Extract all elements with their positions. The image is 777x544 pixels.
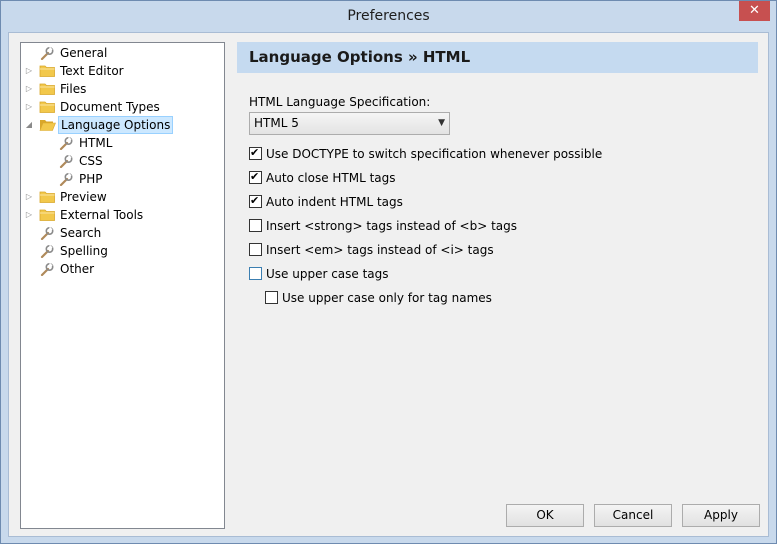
option-label: Use upper case only for tag names <box>282 291 492 305</box>
spec-dropdown-value: HTML 5 <box>254 116 299 130</box>
strong-tags-checkbox[interactable] <box>249 219 262 232</box>
upper-case-names-checkbox[interactable] <box>265 291 278 304</box>
tree-item-label: Files <box>60 82 87 96</box>
wrench-icon <box>39 46 56 61</box>
tree-item-label: Search <box>60 226 102 240</box>
window-title: Preferences <box>347 8 430 24</box>
tree-item-label: CSS <box>79 154 103 168</box>
tree-item-label: HTML <box>79 136 113 150</box>
chevron-down-icon: ▼ <box>438 118 445 128</box>
spec-dropdown[interactable]: HTML 5 ▼ <box>249 112 450 135</box>
wrench-icon <box>58 136 75 151</box>
tree-item-label: Preview <box>60 190 107 204</box>
panel-header: Language Options » HTML <box>237 42 758 73</box>
apply-button[interactable]: Apply <box>682 504 760 527</box>
tree-item-label: PHP <box>79 172 103 186</box>
panel-title: Language Options » HTML <box>249 48 471 66</box>
collapse-arrow-icon[interactable]: ◢ <box>23 116 35 134</box>
wrench-icon <box>39 226 56 241</box>
folder-open-icon <box>39 118 56 132</box>
tree-item-label: General <box>60 46 108 60</box>
folder-icon <box>39 82 56 96</box>
cancel-button[interactable]: Cancel <box>594 504 672 527</box>
option-label: Use upper case tags <box>266 267 389 281</box>
wrench-icon <box>58 172 75 187</box>
auto-indent-checkbox[interactable] <box>249 194 262 208</box>
tree-item-label: Spelling <box>60 244 108 258</box>
option-label: Insert <em> tags instead of <i> tags <box>266 243 494 257</box>
preferences-tree[interactable]: General ▷ Text Editor ▷ Files ▷ Document Types… <box>20 42 225 529</box>
expand-arrow-icon[interactable]: ▷ <box>23 188 35 206</box>
wrench-icon <box>58 154 75 169</box>
tree-item-label: External Tools <box>60 208 144 222</box>
em-tags-checkbox[interactable] <box>249 243 262 256</box>
folder-icon <box>39 64 56 78</box>
folder-icon <box>39 100 56 114</box>
expand-arrow-icon[interactable]: ▷ <box>23 62 35 80</box>
tree-item-label: Other <box>60 262 95 276</box>
upper-case-checkbox[interactable] <box>249 267 262 280</box>
spec-label: HTML Language Specification: <box>249 95 431 109</box>
preferences-window: Preferences ✕ General ▷ Text Editor ▷ Files ▷… <box>0 0 777 544</box>
wrench-icon <box>39 262 56 277</box>
option-label: Insert <strong> tags instead of <b> tags <box>266 219 518 233</box>
expand-arrow-icon[interactable]: ▷ <box>23 206 35 224</box>
dialog-client-area: General ▷ Text Editor ▷ Files ▷ Document Types… <box>8 32 769 537</box>
tree-item-label: Language Options <box>58 116 174 134</box>
ok-button[interactable]: OK <box>506 504 584 527</box>
expand-arrow-icon[interactable]: ▷ <box>23 80 35 98</box>
wrench-icon <box>39 244 56 259</box>
option-label: Auto close HTML tags <box>266 171 396 185</box>
title-bar[interactable]: Preferences ✕ <box>1 1 776 32</box>
option-label: Use DOCTYPE to switch specification when… <box>266 147 603 161</box>
option-label: Auto indent HTML tags <box>266 195 403 209</box>
folder-icon <box>39 208 56 222</box>
auto-close-checkbox[interactable] <box>249 170 262 184</box>
tree-item-label: Document Types <box>60 100 160 114</box>
close-button[interactable]: ✕ <box>739 1 770 21</box>
doctype-checkbox[interactable] <box>249 146 262 160</box>
expand-arrow-icon[interactable]: ▷ <box>23 98 35 116</box>
tree-item-label: Text Editor <box>60 64 124 78</box>
folder-icon <box>39 190 56 204</box>
